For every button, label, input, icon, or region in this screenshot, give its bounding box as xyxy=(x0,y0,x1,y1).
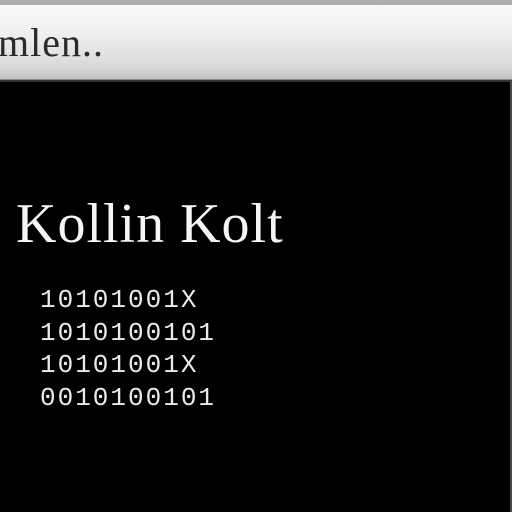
binary-line: 10101001X xyxy=(40,349,510,382)
binary-line: 1010100101 xyxy=(40,317,510,350)
content-heading: Kollin Kolt xyxy=(10,192,510,256)
binary-line: 10101001X xyxy=(40,284,510,317)
window-titlebar[interactable]: mlen.. xyxy=(0,0,512,80)
terminal-window: mlen.. Kollin Kolt 10101001X 1010100101 … xyxy=(0,0,512,512)
binary-output: 10101001X 1010100101 10101001X 001010010… xyxy=(10,284,510,414)
binary-line: 0010100101 xyxy=(40,382,510,415)
terminal-content[interactable]: Kollin Kolt 10101001X 1010100101 1010100… xyxy=(0,80,512,512)
window-title: mlen.. xyxy=(0,19,104,66)
